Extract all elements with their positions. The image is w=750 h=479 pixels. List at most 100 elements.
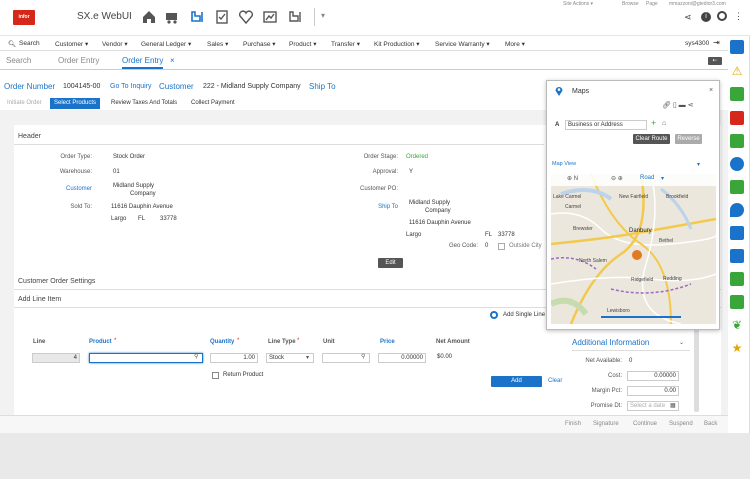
calendar-icon[interactable] — [730, 111, 744, 125]
clear-route-button[interactable]: Clear Route — [633, 134, 670, 144]
chevron-down-icon[interactable]: ▾ — [321, 11, 325, 20]
menu-item-product[interactable]: Product ▾ — [289, 40, 316, 48]
quantity-input[interactable]: 1.00 — [210, 353, 258, 363]
menu-item-search[interactable]: Search — [19, 40, 40, 47]
chart-icon[interactable] — [262, 9, 278, 25]
step-select-products[interactable]: Select Products — [50, 98, 101, 109]
list-icon[interactable] — [730, 134, 744, 148]
scrollbar[interactable] — [694, 328, 699, 412]
map-style-select[interactable]: Road — [640, 175, 654, 181]
back-button[interactable]: Back — [704, 421, 717, 427]
add-button[interactable]: Add — [491, 376, 542, 387]
map-zoom-controls[interactable]: ⊖ ⊕ — [611, 175, 623, 182]
return-product-checkbox[interactable] — [212, 372, 219, 379]
search-icon[interactable]: ⚲ — [361, 353, 365, 360]
checklist-icon[interactable] — [214, 9, 230, 25]
chevron-down-icon[interactable]: ⌄ — [679, 339, 684, 346]
pallet-icon[interactable] — [287, 9, 303, 25]
address-input[interactable]: Business or Address — [565, 120, 647, 130]
truck-icon[interactable] — [164, 9, 180, 25]
customer-link[interactable]: Customer — [40, 186, 92, 192]
sold-to-label: Sold To: — [70, 204, 92, 210]
menu-item-customer[interactable]: Customer ▾ — [55, 40, 88, 48]
map-nav-control[interactable]: ⊕ N — [567, 175, 578, 182]
menu-item-vendor[interactable]: Vendor ▾ — [102, 40, 128, 48]
maps-panel: Maps × 🔗︎ ▯ ▬ ⋖ A Business or Address + … — [546, 80, 720, 330]
forklift-icon[interactable] — [189, 9, 205, 25]
tab-order-entry-active[interactable]: Order Entry — [122, 56, 164, 69]
chevron-down-icon[interactable]: ▾ — [697, 161, 700, 168]
image-icon[interactable] — [730, 180, 744, 194]
order-type-label: Order Type: — [60, 154, 92, 160]
map-view[interactable]: ⊕ N ⊖ ⊕ Road ▾ Lake Carmel Carmel New Fa… — [551, 174, 716, 324]
page-link[interactable]: Page — [646, 1, 658, 7]
close-icon[interactable]: × — [709, 87, 713, 94]
ship-to-link[interactable]: Ship To — [309, 82, 336, 91]
margin-pct-input[interactable]: 0.00 — [627, 386, 679, 396]
menu-item-general-ledger[interactable]: General Ledger ▾ — [141, 40, 191, 48]
step-initiate-order[interactable]: Initiate Order — [3, 98, 46, 109]
product-input[interactable] — [89, 353, 203, 363]
add-single-line-radio[interactable] — [490, 311, 498, 319]
menu-item-more[interactable]: More ▾ — [505, 40, 525, 48]
reverse-button[interactable]: Reverse — [675, 134, 702, 144]
menu-item-kit-production[interactable]: Kit Production ▾ — [374, 40, 420, 48]
cost-input[interactable]: 0.00000 — [627, 371, 679, 381]
calendar-icon[interactable]: ▦ — [670, 402, 676, 409]
menu-item-sales[interactable]: Sales ▾ — [207, 40, 228, 48]
map-label: Redding — [663, 276, 682, 282]
customer-label: Customer — [159, 82, 194, 91]
close-icon[interactable]: × — [170, 56, 175, 65]
ship-to-label[interactable]: Ship To — [340, 204, 398, 210]
gear-icon[interactable] — [717, 11, 727, 21]
price-input[interactable]: 0.00000 — [378, 353, 426, 363]
leaf-icon[interactable]: ❦ — [730, 318, 744, 332]
help-icon[interactable] — [730, 157, 744, 171]
warning-icon[interactable]: ⚠ — [730, 64, 744, 78]
site-actions-link[interactable]: Site Actions ▾ — [563, 1, 593, 7]
required-mark: * — [297, 338, 300, 344]
stack-icon[interactable] — [730, 272, 744, 286]
contact-card-icon[interactable] — [730, 249, 744, 263]
tab-order-entry[interactable]: Order Entry — [58, 56, 99, 65]
link-icon[interactable] — [730, 226, 744, 240]
chart-icon[interactable] — [730, 40, 744, 54]
heartbeat-icon[interactable] — [238, 9, 254, 25]
map-toolbar-icons[interactable]: 🔗︎ ▯ ▬ ⋖ — [662, 101, 693, 109]
menu-item-service-warranty[interactable]: Service Warranty ▾ — [435, 40, 490, 48]
ship-to-address: 11616 Dauphin Avenue — [409, 220, 471, 226]
finish-button[interactable]: Finish — [565, 421, 581, 427]
home-icon[interactable]: ⌂ — [662, 120, 666, 127]
share-icon[interactable]: ⋖ — [684, 12, 692, 23]
clipboard-icon[interactable] — [730, 87, 744, 101]
logout-icon[interactable]: ⇥ — [713, 38, 720, 47]
map-pin-icon[interactable] — [730, 203, 744, 217]
home-icon[interactable] — [141, 9, 157, 25]
add-waypoint-icon[interactable]: + — [651, 119, 656, 128]
step-collect-payment[interactable]: Collect Payment — [187, 98, 239, 109]
step-review-taxes[interactable]: Review Taxes And Totals — [107, 98, 181, 109]
more-icon[interactable]: ⋮ — [734, 11, 743, 22]
order-number-label: Order Number — [4, 82, 56, 91]
menu-item-transfer[interactable]: Transfer ▾ — [331, 40, 360, 48]
info-icon[interactable]: i — [701, 12, 711, 22]
outside-city-checkbox[interactable] — [498, 243, 505, 250]
database-icon[interactable] — [730, 295, 744, 309]
col-price: Price — [380, 339, 395, 345]
suspend-button[interactable]: Suspend — [669, 421, 693, 427]
chevron-down-icon[interactable]: ▾ — [661, 175, 664, 182]
signature-button[interactable]: Signature — [593, 421, 619, 427]
tab-menu-button[interactable]: ⇠ — [708, 57, 722, 65]
tab-search[interactable]: Search — [6, 56, 31, 65]
app-window: infor SX.e WebUI ▾ Site Actions ▾ Browse… — [0, 0, 750, 433]
star-icon[interactable]: ★ — [730, 341, 744, 355]
go-to-inquiry-link[interactable]: Go To Inquiry — [110, 83, 152, 90]
menu-item-purchase[interactable]: Purchase ▾ — [243, 40, 276, 48]
menu-search[interactable]: 🔍︎ — [8, 40, 16, 48]
search-icon[interactable]: ⚲ — [194, 353, 198, 360]
continue-button[interactable]: Continue — [633, 421, 657, 427]
edit-button[interactable]: Edit — [378, 258, 403, 268]
ship-to-state: FL — [485, 232, 493, 238]
map-label: New Fairfield — [619, 194, 649, 200]
browse-link[interactable]: Browse — [622, 1, 639, 7]
